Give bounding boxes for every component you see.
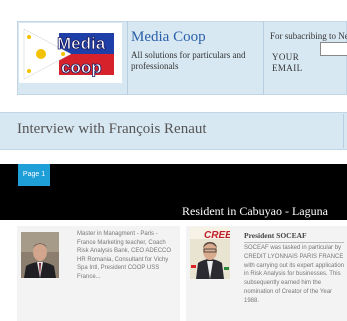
logo-text-top: Media xyxy=(57,34,106,53)
magazine-title: CREEF xyxy=(204,230,230,241)
banner-title: Resident in Cabuyao - Laguna xyxy=(182,204,328,218)
logo-text-bottom: coop xyxy=(61,58,102,77)
header-divider xyxy=(127,21,128,95)
article-heading: President SOCEAF xyxy=(244,231,344,243)
title-divider xyxy=(343,114,344,148)
article-text: SOCEAF was tasked in particular by CREDI… xyxy=(244,245,345,304)
media-coop-logo[interactable]: Media coop xyxy=(19,23,122,83)
tab-page-1[interactable]: Page 1 xyxy=(18,164,50,186)
page-title: Interview with François Renaut xyxy=(17,121,207,137)
header-divider xyxy=(263,21,264,95)
subscribe-text: For subacribing to Ne xyxy=(270,31,347,41)
profile-photo xyxy=(21,232,59,278)
profile-summary: Master in Managment - Paris - France Mar… xyxy=(77,231,172,280)
flag-logo-graphic: Media coop xyxy=(19,23,122,83)
email-label: YOUR EMAIL xyxy=(272,52,303,73)
magazine-cover-graphic: CREEF xyxy=(190,227,239,279)
brand-name[interactable]: Media Coop xyxy=(131,29,206,46)
tagline: All solutions for particulars and profes… xyxy=(131,50,246,71)
email-input[interactable] xyxy=(320,42,347,56)
portrait-graphic xyxy=(21,232,59,278)
magazine-cover[interactable]: CREEF xyxy=(190,227,239,279)
